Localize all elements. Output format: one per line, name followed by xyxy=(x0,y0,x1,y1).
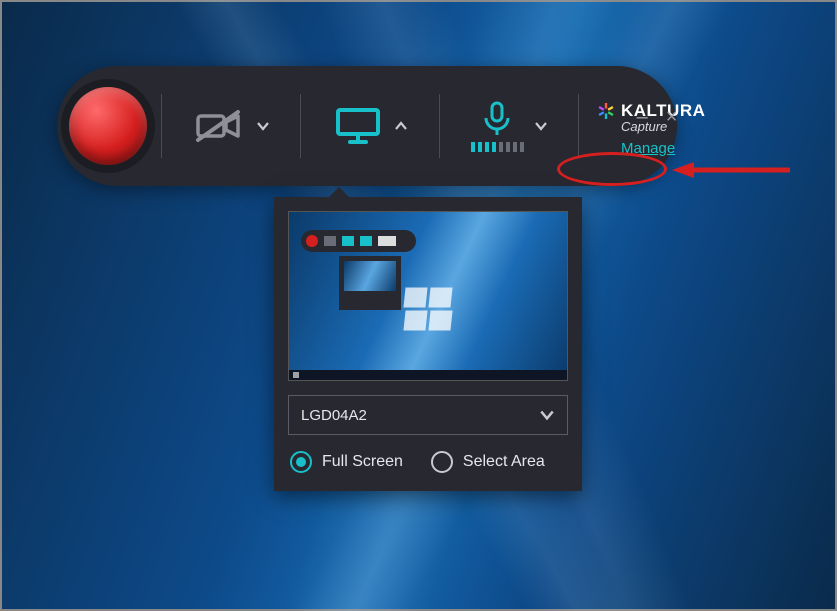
chevron-down-icon xyxy=(534,119,548,133)
radio-full-screen[interactable]: Full Screen xyxy=(290,451,403,473)
kaltura-logo-icon xyxy=(597,102,615,120)
record-button[interactable] xyxy=(69,87,147,165)
minimize-button[interactable]: – xyxy=(637,107,648,127)
display-select-value: LGD04A2 xyxy=(301,407,367,424)
microphone-icon xyxy=(480,100,514,138)
chevron-down-icon xyxy=(256,119,270,133)
screen-source-panel: LGD04A2 Full Screen Select Area xyxy=(274,197,582,491)
microphone-source-toggle[interactable] xyxy=(454,66,564,186)
radio-label: Full Screen xyxy=(322,453,403,471)
separator xyxy=(578,94,579,158)
separator xyxy=(300,94,301,158)
brand-area: – × KALTURA Capture Manage xyxy=(593,95,705,157)
separator xyxy=(161,94,162,158)
radio-select-area[interactable]: Select Area xyxy=(431,451,545,473)
screen-source-toggle[interactable] xyxy=(315,66,425,186)
camera-off-icon xyxy=(192,106,246,146)
camera-source-toggle[interactable] xyxy=(176,66,286,186)
chevron-up-icon xyxy=(394,119,408,133)
display-select[interactable]: LGD04A2 xyxy=(288,395,568,435)
radio-label: Select Area xyxy=(463,453,545,471)
mic-level-meter xyxy=(471,142,524,152)
radio-indicator-icon xyxy=(431,451,453,473)
monitor-icon xyxy=(332,104,384,148)
screen-preview xyxy=(288,211,568,381)
chevron-down-icon xyxy=(539,407,555,423)
close-button[interactable]: × xyxy=(666,107,678,127)
manage-link[interactable]: Manage xyxy=(621,140,675,157)
radio-indicator-icon xyxy=(290,451,312,473)
separator xyxy=(439,94,440,158)
capture-toolbar: – × KALTURA Capture Manage xyxy=(57,66,677,186)
annotation-arrow-icon xyxy=(672,160,792,180)
